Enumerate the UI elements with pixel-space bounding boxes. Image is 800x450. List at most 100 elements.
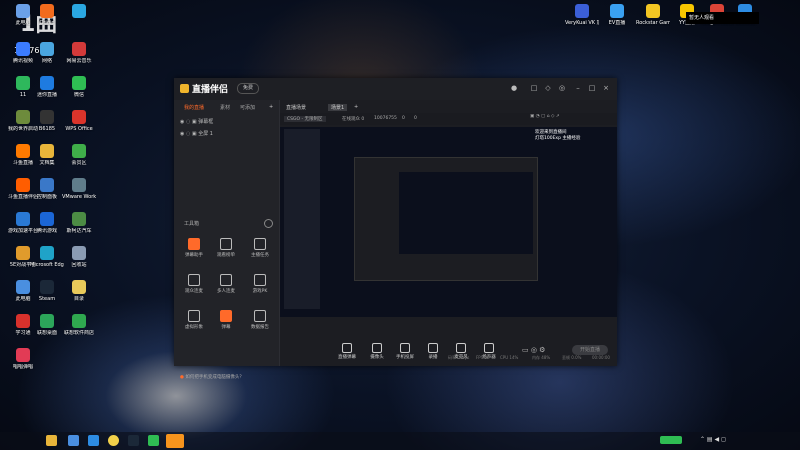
tool-item[interactable]: 弹幕助手 — [182, 238, 206, 258]
settings-icon[interactable]: ◎ — [558, 84, 566, 92]
add-source-button[interactable]: + — [269, 104, 273, 110]
avatar[interactable]: ● — [510, 84, 518, 92]
desktop-icon-label: 微信 — [73, 92, 84, 98]
desktop-icon[interactable]: Steam — [30, 280, 64, 302]
notification-toast[interactable]: 暂无人观看 — [686, 12, 759, 24]
tip-text: 如何把手机变成电脑摄像头？ — [185, 375, 244, 380]
tool-label: 弹幕 — [221, 325, 231, 330]
status-item: CPU 14% — [500, 355, 519, 360]
stream-preview[interactable]: 欢迎来到直播间 灯塔100Exp 主播经验 — [280, 127, 617, 317]
main-panel: 直播场景 场景1 + CSGO - 无限制区 在线观众 0 10076755 0… — [280, 100, 617, 366]
desktop-icon-label: 腾讯游戏 — [36, 228, 57, 234]
restore-icon[interactable]: □ — [588, 84, 596, 92]
desktop-icon-label: EV直播 — [608, 20, 626, 26]
desktop-icon[interactable]: WPS Office — [62, 110, 96, 132]
version-pill[interactable]: 免费 — [237, 83, 260, 94]
tray-icons[interactable]: ⌃ ▤ ◀ ◻ — [700, 436, 726, 443]
button-label: 直播弹幕 — [338, 355, 356, 360]
desktop-icon[interactable]: Microsoft Edge — [30, 246, 64, 268]
tab-addable[interactable]: 可添加 — [240, 104, 255, 111]
file-explorer-icon[interactable] — [46, 435, 57, 446]
desktop-icon[interactable]: 联想桌面 — [30, 314, 64, 336]
desktop-icon[interactable]: 目录 — [62, 280, 96, 302]
status-item: 内存 48% — [532, 355, 551, 360]
tab-my-live[interactable]: 我的直播 — [184, 104, 204, 111]
tool-item[interactable]: 观众连麦 — [182, 274, 206, 294]
desktop-icon[interactable]: 唱唱弹唱 — [6, 348, 40, 370]
desktop-icon[interactable]: 会员区 — [62, 144, 96, 166]
app-icon — [40, 280, 54, 294]
desktop-icon[interactable]: 网络 — [30, 42, 64, 64]
battery-icon — [660, 436, 682, 444]
tool-item[interactable]: 多人连麦 — [214, 274, 238, 294]
status-item: FPS 60 — [476, 355, 490, 360]
title-bar[interactable]: 直播伴侣 免费 ● □ ◇ ◎ – □ × — [174, 78, 617, 100]
tool-item[interactable]: 数据报告 — [248, 310, 272, 330]
desktop-icon[interactable]: EV直播 — [600, 4, 634, 26]
close-icon[interactable]: × — [602, 84, 610, 92]
taskbar-app-icon[interactable] — [148, 435, 159, 446]
button-label: 手机投屏 — [396, 355, 414, 360]
desktop-icon[interactable]: 联想软件商店 — [62, 314, 96, 336]
camera-button[interactable]: 摄像头 — [366, 343, 388, 360]
tool-item[interactable]: 弹幕 — [214, 310, 238, 330]
taskbar-app-icon[interactable] — [68, 435, 79, 446]
desktop-icon[interactable]: 文档集 — [30, 144, 64, 166]
bullet-chat-button[interactable]: 直播弹幕 — [336, 343, 358, 360]
tool-item[interactable]: 游戏PK — [248, 274, 272, 294]
app-icon — [40, 42, 54, 56]
source-item[interactable]: ◉ ◌ ▣ 弹幕框 — [180, 118, 213, 125]
app-icon — [72, 314, 86, 328]
tip-link[interactable]: ● 如何把手机变成电脑摄像头？ — [180, 374, 244, 380]
desktop-icon[interactable]: VMware Workstati... — [62, 178, 96, 200]
desktop-icon[interactable]: VeryKuai VK 加速器 — [565, 4, 599, 26]
desktop-icon-label: 联想软件商店 — [63, 330, 94, 336]
logo-mark-icon — [180, 84, 189, 93]
microphone-icon — [456, 343, 466, 353]
record-icon — [428, 343, 438, 353]
app-icon — [40, 212, 54, 226]
desktop-icon[interactable]: 回收站 — [62, 246, 96, 268]
start-live-button[interactable]: 开始直播 — [572, 345, 608, 355]
tool-item[interactable]: 主播任务 — [248, 238, 272, 258]
tool-item[interactable]: 虚拟形象 — [182, 310, 206, 330]
desktop-icon[interactable]: 控制面板 — [30, 178, 64, 200]
desktop-icon-label: Steam — [38, 296, 56, 302]
desktop-icon-label: 控制面板 — [36, 194, 57, 200]
tab-materials[interactable]: 素材 — [220, 104, 230, 111]
desktop-icon[interactable]: 斯柯达汽车 — [62, 212, 96, 234]
source-item[interactable]: ◉ ◌ ▣ 全屏 1 — [180, 130, 213, 137]
desktop-icon[interactable]: 微信 — [62, 76, 96, 98]
mail-icon[interactable] — [88, 435, 99, 446]
share-icon[interactable]: ▣ ◔ ▢ ⌂ ◇ ↗ — [530, 114, 560, 119]
app-icon — [72, 4, 86, 18]
desktop-icon[interactable]: 迷你直播 — [30, 76, 64, 98]
taskbar-app-icon[interactable] — [108, 435, 119, 446]
record-settings-icon[interactable]: ▭ ◎ ⚙ — [522, 346, 545, 354]
phone-cast-button[interactable]: 手机投屏 — [394, 343, 416, 360]
desktop-icon[interactable]: Rockstar Games... — [636, 4, 670, 26]
scene-tab-1[interactable]: 场景1 — [328, 104, 348, 111]
desktop-icon[interactable] — [62, 4, 96, 20]
message-icon[interactable]: ◇ — [544, 84, 552, 92]
add-scene-button[interactable]: + — [354, 104, 358, 110]
toolbox-more-icon[interactable] — [264, 219, 273, 228]
scene-tab-live[interactable]: 直播场景 — [286, 104, 306, 111]
live-companion-taskbar-icon[interactable] — [166, 434, 184, 448]
tool-item[interactable]: 观看榜单 — [214, 238, 238, 258]
steam-icon[interactable] — [128, 435, 139, 446]
desktop-icon[interactable]: B6185 — [30, 110, 64, 132]
desktop-icon-label: B6185 — [38, 126, 56, 132]
desktop-icon[interactable]: 网易云音乐 — [62, 42, 96, 64]
record-button[interactable]: 录播 — [422, 343, 444, 360]
app-icon — [72, 76, 86, 90]
gift-icon[interactable]: □ — [530, 84, 538, 92]
gifts-count: 0 — [414, 116, 417, 121]
app-icon — [610, 4, 624, 18]
tool-label: 弹幕助手 — [185, 253, 203, 258]
desktop-icon[interactable]: 腾讯游戏 — [30, 212, 64, 234]
desktop-icon[interactable]: Origin — [30, 4, 64, 26]
game-category[interactable]: CSGO - 无限制区 — [284, 116, 326, 122]
desktop-icon-label: WPS Office — [65, 126, 93, 132]
minimize-icon[interactable]: – — [574, 84, 582, 92]
